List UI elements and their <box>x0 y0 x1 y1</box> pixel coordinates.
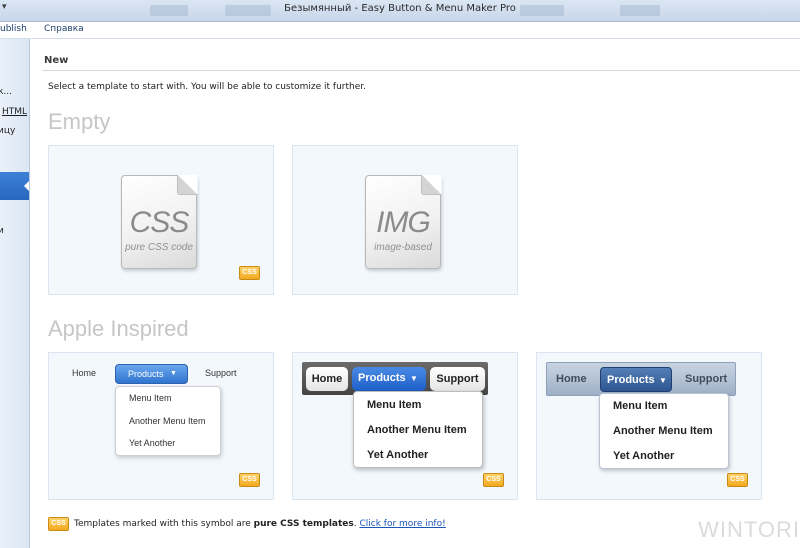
css-badge-icon: CSS <box>239 266 260 280</box>
nav-support: Support <box>205 368 237 378</box>
template-apple-blue[interactable]: Home Products ▼ Support Menu Item Anothe… <box>536 352 762 500</box>
backstage-sidebar: к... HTML ицу и <box>0 39 30 548</box>
nav-home: Home <box>556 373 587 385</box>
icon-label: CSS <box>129 206 190 239</box>
ribbon-tabs: ublish Справка <box>0 22 800 39</box>
dropdown-menu: Menu Item Another Menu Item Yet Another <box>115 386 221 456</box>
sidebar-item-new[interactable] <box>0 172 29 200</box>
new-template-pane: New Select a template to start with. You… <box>30 39 800 548</box>
tab-help[interactable]: Справка <box>44 24 84 34</box>
menu-item: Menu Item <box>613 400 668 412</box>
menu-item: Yet Another <box>613 450 675 462</box>
divider <box>42 70 800 71</box>
template-apple-light[interactable]: Home Products ▼ Support Menu Item Anothe… <box>48 352 274 500</box>
footer-text-part: Templates marked with this symbol are <box>74 519 254 529</box>
window-title: Безымянный - Easy Button & Menu Maker Pr… <box>284 3 516 14</box>
icon-label: IMG <box>376 206 431 239</box>
template-img-empty[interactable]: IMG image-based <box>292 145 518 295</box>
menu-item: Menu Item <box>129 393 172 403</box>
caret-down-icon: ▼ <box>659 376 667 385</box>
menu-item: Yet Another <box>367 449 429 461</box>
template-css-empty[interactable]: CSS pure CSS code CSS <box>48 145 274 295</box>
nav-label: Products <box>358 372 406 384</box>
dropdown-menu: Menu Item Another Menu Item Yet Another <box>599 393 729 469</box>
footer-text-bold: pure CSS templates <box>253 519 354 529</box>
sidebar-item-exit[interactable]: и <box>0 226 4 236</box>
nav-home: Home <box>72 368 97 378</box>
menu-item: Another Menu Item <box>613 425 713 437</box>
css-badge-icon: CSS <box>239 473 260 487</box>
caret-down-icon: ▼ <box>170 370 177 377</box>
dropdown-menu: Menu Item Another Menu Item Yet Another <box>353 391 483 468</box>
menu-item: Another Menu Item <box>129 416 206 426</box>
img-file-icon: IMG image-based <box>365 174 442 269</box>
group-title-apple: Apple Inspired <box>48 316 189 341</box>
css-badge-icon: CSS <box>483 473 504 487</box>
nav-support: Support <box>685 373 728 385</box>
css-file-icon: CSS pure CSS code <box>121 174 198 269</box>
more-info-link[interactable]: Click for more info! <box>360 519 446 529</box>
menu-item: Yet Another <box>129 438 176 448</box>
tab-publish[interactable]: ublish <box>0 24 27 34</box>
nav-products-active: Products ▼ <box>352 367 426 391</box>
nav-products-active: Products ▼ <box>115 364 188 384</box>
section-title: New <box>44 55 69 66</box>
icon-sublabel: pure CSS code <box>125 242 193 253</box>
template-apple-dark[interactable]: Home Products ▼ Support Menu Item Anothe… <box>292 352 518 500</box>
sidebar-item-page[interactable]: ицу <box>0 126 15 136</box>
nav-label: Products <box>607 374 655 386</box>
menu-item: Another Menu Item <box>367 424 467 436</box>
sidebar-item-save-as[interactable]: к... <box>0 87 12 97</box>
nav-bar: Home Products ▼ Support <box>546 362 736 396</box>
css-badge-icon: CSS <box>48 517 69 531</box>
footer-text: Templates marked with this symbol are pu… <box>74 519 446 529</box>
intro-text: Select a template to start with. You wil… <box>48 82 366 92</box>
nav-label: Products <box>128 369 164 379</box>
css-badge-icon: CSS <box>727 473 748 487</box>
title-bar: ▾ Безымянный - Easy Button & Menu Maker … <box>0 0 800 22</box>
nav-products-active: Products ▼ <box>600 367 672 392</box>
menu-item: Menu Item <box>367 399 422 411</box>
group-title-empty: Empty <box>48 109 111 134</box>
caret-down-icon: ▼ <box>410 374 418 383</box>
nav-support: Support <box>430 367 485 391</box>
watermark: WINTORI <box>698 517 800 542</box>
sidebar-item-html[interactable]: HTML <box>2 107 27 117</box>
icon-sublabel: image-based <box>374 242 432 253</box>
nav-home: Home <box>306 367 348 391</box>
